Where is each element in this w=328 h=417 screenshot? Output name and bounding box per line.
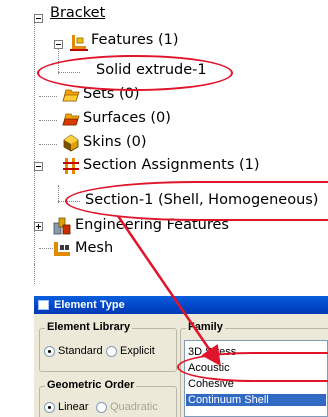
annotation-arrow — [116, 215, 221, 367]
